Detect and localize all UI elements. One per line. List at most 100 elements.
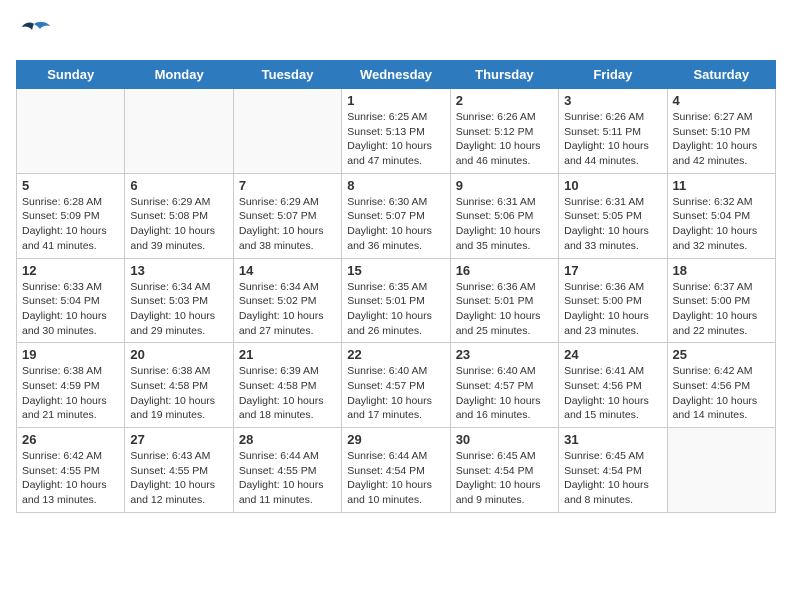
day-number: 3 — [564, 93, 661, 108]
day-number: 9 — [456, 178, 553, 193]
day-number: 16 — [456, 263, 553, 278]
day-number: 23 — [456, 347, 553, 362]
day-number: 11 — [673, 178, 770, 193]
day-info: Sunrise: 6:39 AMSunset: 4:58 PMDaylight:… — [239, 364, 336, 423]
calendar-cell: 27 Sunrise: 6:43 AMSunset: 4:55 PMDayligh… — [125, 428, 233, 513]
calendar-cell: 10 Sunrise: 6:31 AMSunset: 5:05 PMDayligh… — [559, 173, 667, 258]
day-number: 15 — [347, 263, 444, 278]
calendar-cell — [667, 428, 775, 513]
calendar-day-header: Wednesday — [342, 61, 450, 89]
page-header — [16, 16, 776, 52]
day-info: Sunrise: 6:31 AMSunset: 5:05 PMDaylight:… — [564, 195, 661, 254]
calendar-day-header: Friday — [559, 61, 667, 89]
day-info: Sunrise: 6:28 AMSunset: 5:09 PMDaylight:… — [22, 195, 119, 254]
calendar-week-row: 1Sunrise: 6:25 AMSunset: 5:13 PMDaylight… — [17, 89, 776, 174]
calendar-cell: 25Sunrise: 6:42 AMSunset: 4:56 PMDayligh… — [667, 343, 775, 428]
day-info: Sunrise: 6:33 AMSunset: 5:04 PMDaylight:… — [22, 280, 119, 339]
logo — [16, 16, 56, 52]
day-info: Sunrise: 6:26 AMSunset: 5:12 PMDaylight:… — [456, 110, 553, 169]
day-info: Sunrise: 6:31 AMSunset: 5:06 PMDaylight:… — [456, 195, 553, 254]
day-number: 22 — [347, 347, 444, 362]
calendar-cell: 30 Sunrise: 6:45 AMSunset: 4:54 PMDayligh… — [450, 428, 558, 513]
day-number: 13 — [130, 263, 227, 278]
day-info: Sunrise: 6:40 AMSunset: 4:57 PMDaylight:… — [347, 364, 444, 423]
day-number: 26 — [22, 432, 119, 447]
day-info: Sunrise: 6:37 AMSunset: 5:00 PMDaylight:… — [673, 280, 770, 339]
day-info: Sunrise: 6:45 AMSunset: 4:54 PMDaylight:… — [564, 449, 661, 508]
calendar-cell: 11 Sunrise: 6:32 AMSunset: 5:04 PMDayligh… — [667, 173, 775, 258]
calendar-cell: 14Sunrise: 6:34 AMSunset: 5:02 PMDayligh… — [233, 258, 341, 343]
calendar-day-header: Thursday — [450, 61, 558, 89]
day-info: Sunrise: 6:26 AMSunset: 5:11 PMDaylight:… — [564, 110, 661, 169]
logo-icon — [16, 16, 52, 52]
calendar-cell: 15 Sunrise: 6:35 AMSunset: 5:01 PMDayligh… — [342, 258, 450, 343]
day-number: 17 — [564, 263, 661, 278]
day-info: Sunrise: 6:43 AMSunset: 4:55 PMDaylight:… — [130, 449, 227, 508]
calendar-cell: 21 Sunrise: 6:39 AMSunset: 4:58 PMDayligh… — [233, 343, 341, 428]
day-info: Sunrise: 6:36 AMSunset: 5:01 PMDaylight:… — [456, 280, 553, 339]
calendar-header-row: SundayMondayTuesdayWednesdayThursdayFrid… — [17, 61, 776, 89]
day-info: Sunrise: 6:38 AMSunset: 4:59 PMDaylight:… — [22, 364, 119, 423]
calendar-cell: 19Sunrise: 6:38 AMSunset: 4:59 PMDayligh… — [17, 343, 125, 428]
calendar-cell: 17 Sunrise: 6:36 AMSunset: 5:00 PMDayligh… — [559, 258, 667, 343]
day-info: Sunrise: 6:25 AMSunset: 5:13 PMDaylight:… — [347, 110, 444, 169]
calendar-cell: 28Sunrise: 6:44 AMSunset: 4:55 PMDayligh… — [233, 428, 341, 513]
day-number: 30 — [456, 432, 553, 447]
day-info: Sunrise: 6:32 AMSunset: 5:04 PMDaylight:… — [673, 195, 770, 254]
calendar-cell — [233, 89, 341, 174]
calendar-cell: 8 Sunrise: 6:30 AMSunset: 5:07 PMDaylight… — [342, 173, 450, 258]
calendar-day-header: Sunday — [17, 61, 125, 89]
day-info: Sunrise: 6:45 AMSunset: 4:54 PMDaylight:… — [456, 449, 553, 508]
day-info: Sunrise: 6:29 AMSunset: 5:08 PMDaylight:… — [130, 195, 227, 254]
day-number: 5 — [22, 178, 119, 193]
day-number: 20 — [130, 347, 227, 362]
day-number: 6 — [130, 178, 227, 193]
day-number: 12 — [22, 263, 119, 278]
calendar-cell: 31 Sunrise: 6:45 AMSunset: 4:54 PMDayligh… — [559, 428, 667, 513]
calendar-week-row: 26 Sunrise: 6:42 AMSunset: 4:55 PMDayligh… — [17, 428, 776, 513]
calendar-cell: 26 Sunrise: 6:42 AMSunset: 4:55 PMDayligh… — [17, 428, 125, 513]
day-info: Sunrise: 6:36 AMSunset: 5:00 PMDaylight:… — [564, 280, 661, 339]
day-number: 27 — [130, 432, 227, 447]
day-info: Sunrise: 6:40 AMSunset: 4:57 PMDaylight:… — [456, 364, 553, 423]
day-info: Sunrise: 6:42 AMSunset: 4:56 PMDaylight:… — [673, 364, 770, 423]
day-number: 10 — [564, 178, 661, 193]
calendar-cell: 3 Sunrise: 6:26 AMSunset: 5:11 PMDaylight… — [559, 89, 667, 174]
calendar-table: SundayMondayTuesdayWednesdayThursdayFrid… — [16, 60, 776, 513]
calendar-cell: 5 Sunrise: 6:28 AMSunset: 5:09 PMDaylight… — [17, 173, 125, 258]
calendar-cell: 12 Sunrise: 6:33 AMSunset: 5:04 PMDayligh… — [17, 258, 125, 343]
day-info: Sunrise: 6:30 AMSunset: 5:07 PMDaylight:… — [347, 195, 444, 254]
calendar-cell — [17, 89, 125, 174]
day-info: Sunrise: 6:27 AMSunset: 5:10 PMDaylight:… — [673, 110, 770, 169]
day-info: Sunrise: 6:34 AMSunset: 5:03 PMDaylight:… — [130, 280, 227, 339]
day-number: 4 — [673, 93, 770, 108]
day-number: 31 — [564, 432, 661, 447]
calendar-cell: 29Sunrise: 6:44 AMSunset: 4:54 PMDayligh… — [342, 428, 450, 513]
calendar-cell: 7Sunrise: 6:29 AMSunset: 5:07 PMDaylight… — [233, 173, 341, 258]
calendar-cell — [125, 89, 233, 174]
day-number: 18 — [673, 263, 770, 278]
calendar-cell: 1Sunrise: 6:25 AMSunset: 5:13 PMDaylight… — [342, 89, 450, 174]
calendar-cell: 2 Sunrise: 6:26 AMSunset: 5:12 PMDaylight… — [450, 89, 558, 174]
day-info: Sunrise: 6:35 AMSunset: 5:01 PMDaylight:… — [347, 280, 444, 339]
day-number: 21 — [239, 347, 336, 362]
day-number: 24 — [564, 347, 661, 362]
calendar-week-row: 12 Sunrise: 6:33 AMSunset: 5:04 PMDayligh… — [17, 258, 776, 343]
calendar-cell: 22 Sunrise: 6:40 AMSunset: 4:57 PMDayligh… — [342, 343, 450, 428]
calendar-cell: 13 Sunrise: 6:34 AMSunset: 5:03 PMDayligh… — [125, 258, 233, 343]
calendar-cell: 16 Sunrise: 6:36 AMSunset: 5:01 PMDayligh… — [450, 258, 558, 343]
day-number: 8 — [347, 178, 444, 193]
day-number: 2 — [456, 93, 553, 108]
calendar-cell: 23 Sunrise: 6:40 AMSunset: 4:57 PMDayligh… — [450, 343, 558, 428]
calendar-cell: 4 Sunrise: 6:27 AMSunset: 5:10 PMDaylight… — [667, 89, 775, 174]
day-info: Sunrise: 6:41 AMSunset: 4:56 PMDaylight:… — [564, 364, 661, 423]
calendar-cell: 18 Sunrise: 6:37 AMSunset: 5:00 PMDayligh… — [667, 258, 775, 343]
calendar-week-row: 5 Sunrise: 6:28 AMSunset: 5:09 PMDaylight… — [17, 173, 776, 258]
calendar-cell: 20Sunrise: 6:38 AMSunset: 4:58 PMDayligh… — [125, 343, 233, 428]
calendar-day-header: Saturday — [667, 61, 775, 89]
calendar-week-row: 19Sunrise: 6:38 AMSunset: 4:59 PMDayligh… — [17, 343, 776, 428]
day-info: Sunrise: 6:42 AMSunset: 4:55 PMDaylight:… — [22, 449, 119, 508]
day-number: 29 — [347, 432, 444, 447]
day-number: 28 — [239, 432, 336, 447]
calendar-day-header: Tuesday — [233, 61, 341, 89]
